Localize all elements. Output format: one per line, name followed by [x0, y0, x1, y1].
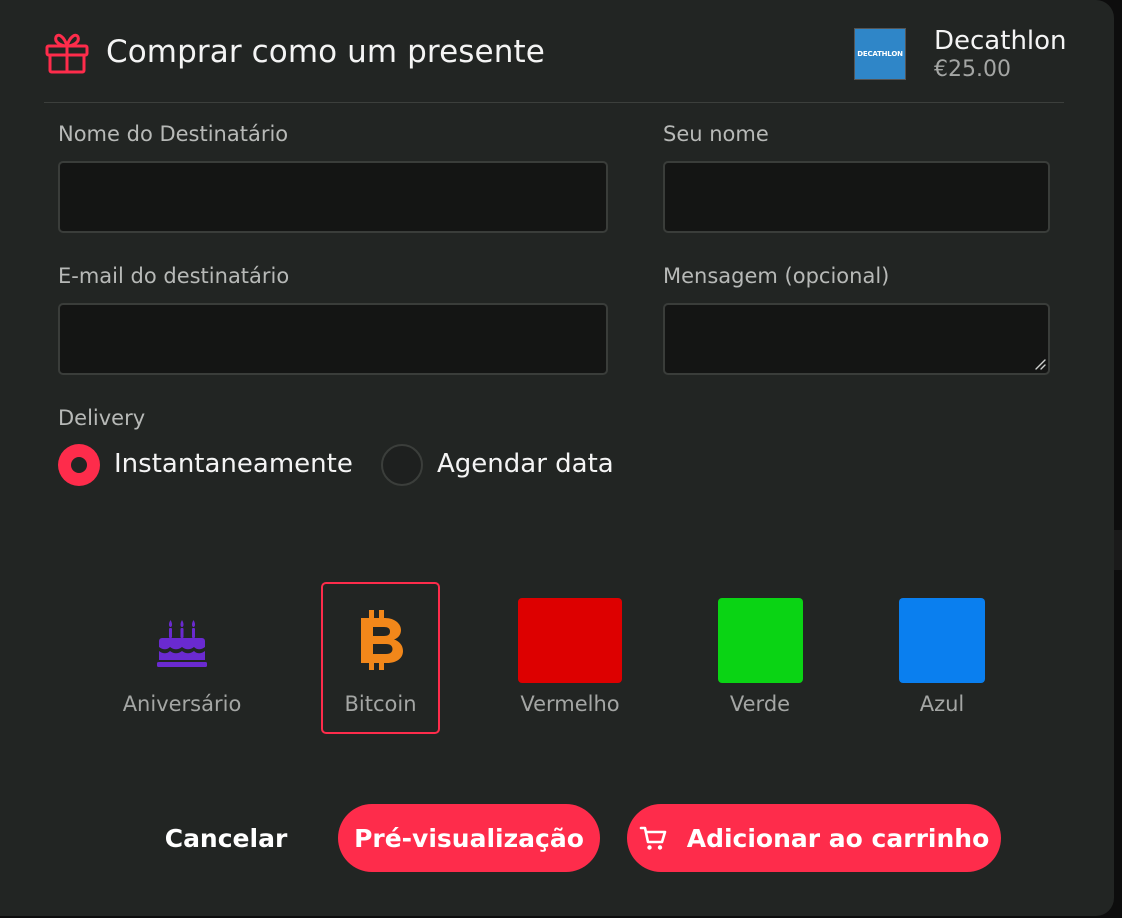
- brand-name: Decathlon: [934, 26, 1067, 56]
- theme-label-red: Vermelho: [520, 692, 620, 716]
- delivery-instant-label[interactable]: Instantaneamente: [114, 449, 353, 479]
- gift-modal: Comprar como um presente DECATHLON Decat…: [0, 0, 1114, 916]
- message-textarea[interactable]: [663, 303, 1050, 375]
- gift-icon: [45, 33, 89, 74]
- theme-option-blue[interactable]: Azul: [872, 582, 1012, 734]
- theme-option-red[interactable]: Vermelho: [500, 582, 640, 734]
- modal-title: Comprar como um presente: [106, 34, 545, 70]
- preview-button-label: Pré-visualização: [354, 823, 584, 853]
- recipient-name-label: Nome do Destinatário: [58, 122, 289, 146]
- cart-icon: [639, 826, 667, 850]
- your-name-input[interactable]: [663, 161, 1050, 233]
- color-swatch-red: [518, 598, 622, 683]
- recipient-name-input[interactable]: [58, 161, 608, 233]
- add-to-cart-label: Adicionar ao carrinho: [686, 823, 990, 853]
- modal-header: Comprar como um presente DECATHLON Decat…: [44, 24, 1067, 82]
- recipient-email-input[interactable]: [58, 303, 608, 375]
- theme-option-green[interactable]: Verde: [690, 582, 830, 734]
- theme-option-birthday[interactable]: Aniversário: [112, 582, 252, 734]
- your-name-label: Seu nome: [663, 122, 769, 146]
- brand-price: €25.00: [934, 57, 1011, 82]
- preview-button[interactable]: Pré-visualização: [338, 804, 600, 872]
- theme-label-blue: Azul: [919, 692, 965, 716]
- theme-label-green: Verde: [729, 692, 791, 716]
- brand-logo-text: DECATHLON: [857, 50, 903, 58]
- add-to-cart-button[interactable]: Adicionar ao carrinho: [627, 804, 1001, 872]
- background-edge: [1114, 530, 1122, 570]
- cancel-button[interactable]: Cancelar: [150, 806, 302, 870]
- delivery-instant-radio[interactable]: [58, 444, 100, 486]
- color-swatch-green: [718, 598, 803, 683]
- birthday-cake-icon: [157, 620, 207, 667]
- delivery-label: Delivery: [58, 406, 146, 430]
- header-divider: [44, 102, 1064, 103]
- message-label: Mensagem (opcional): [663, 264, 890, 288]
- theme-option-bitcoin[interactable]: Bitcoin: [321, 582, 440, 734]
- brand-logo: DECATHLON: [854, 28, 906, 80]
- theme-label-birthday: Aniversário: [122, 692, 242, 716]
- theme-label-bitcoin: Bitcoin: [344, 692, 417, 716]
- delivery-schedule-radio[interactable]: [381, 444, 423, 486]
- bitcoin-icon: [361, 610, 403, 670]
- resize-grip-icon[interactable]: [1034, 358, 1046, 370]
- delivery-schedule-label[interactable]: Agendar data: [437, 449, 614, 479]
- recipient-email-label: E-mail do destinatário: [58, 264, 290, 288]
- color-swatch-blue: [899, 598, 985, 683]
